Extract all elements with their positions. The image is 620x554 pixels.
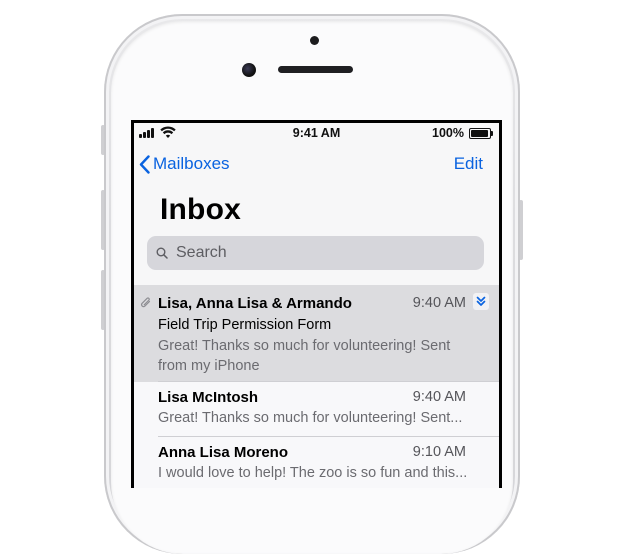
- chevron-left-icon: [139, 154, 150, 174]
- search-placeholder: Search: [176, 244, 227, 261]
- search-field[interactable]: Search: [147, 236, 484, 270]
- message-preview-line: from my iPhone: [158, 358, 260, 374]
- search-icon: [156, 247, 168, 259]
- battery-icon: [469, 128, 493, 139]
- battery-percentage: 100%: [432, 126, 464, 140]
- message-row[interactable]: Lisa McIntosh 9:40 AM Great! Thanks so m…: [134, 382, 499, 437]
- phone-screen: 9:41 AM 100% Mailboxes Edit Inbox Search: [131, 120, 502, 488]
- message-preview: Great! Thanks so much for volunteering! …: [158, 336, 478, 376]
- thread-expand-icon[interactable]: [473, 293, 489, 310]
- mail-app: 9:41 AM 100% Mailboxes Edit Inbox Search: [134, 123, 499, 488]
- double-chevron-down-icon: [476, 296, 486, 306]
- message-row[interactable]: Anna Lisa Moreno 9:10 AM I would love to…: [134, 437, 499, 488]
- earpiece-speaker: [278, 66, 353, 73]
- message-sender: Anna Lisa Moreno: [158, 444, 289, 461]
- message-row[interactable]: Lisa, Anna Lisa & Armando 9:40 AM Field …: [134, 285, 499, 382]
- message-time: 9:40 AM: [412, 389, 466, 405]
- back-to-mailboxes-button[interactable]: Mailboxes: [139, 152, 230, 176]
- edit-button[interactable]: Edit: [454, 154, 483, 174]
- paperclip-icon: [141, 297, 151, 308]
- proximity-sensor: [310, 36, 319, 45]
- message-list: Lisa, Anna Lisa & Armando 9:40 AM Field …: [134, 285, 499, 488]
- message-preview-line: Great! Thanks so much for volunteering! …: [158, 338, 451, 354]
- message-subject: Field Trip Permission Form: [158, 317, 332, 333]
- message-time: 9:40 AM: [412, 295, 466, 311]
- front-camera-icon: [242, 63, 256, 77]
- page-title: Inbox: [160, 193, 241, 226]
- message-sender: Lisa McIntosh: [158, 389, 259, 406]
- message-preview: Great! Thanks so much for volunteering! …: [158, 410, 463, 426]
- message-time: 9:10 AM: [412, 444, 466, 460]
- back-button-label: Mailboxes: [153, 154, 230, 173]
- message-preview: I would love to help! The zoo is so fun …: [158, 465, 468, 481]
- status-bar: 9:41 AM 100%: [134, 123, 499, 143]
- message-sender: Lisa, Anna Lisa & Armando: [158, 295, 352, 312]
